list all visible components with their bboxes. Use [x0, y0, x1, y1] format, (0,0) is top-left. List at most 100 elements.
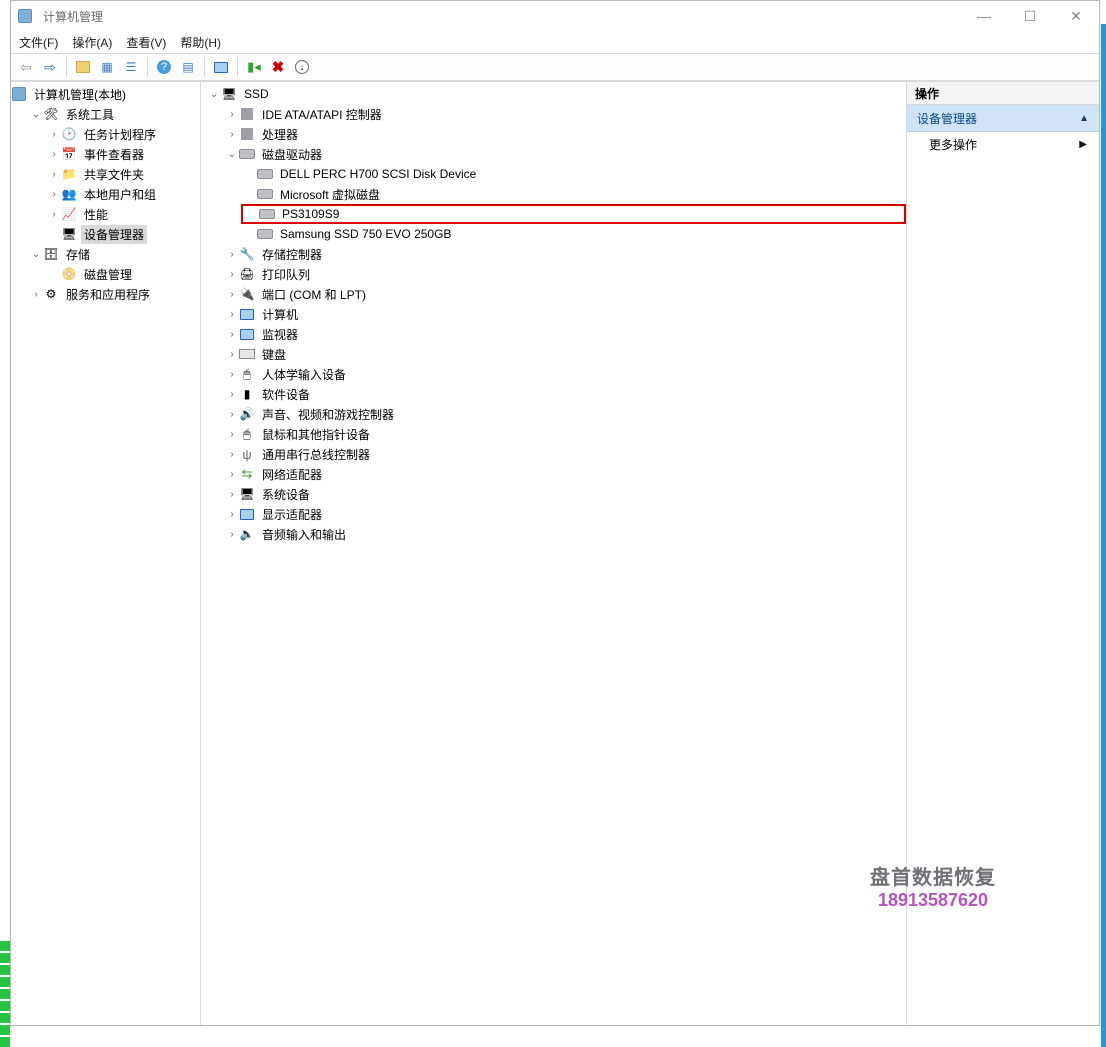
device-storage-controllers[interactable]: ›🔧存储控制器: [225, 244, 906, 264]
chevron-right-icon[interactable]: ›: [225, 389, 239, 400]
device-sound[interactable]: ›🔊声音、视频和游戏控制器: [225, 404, 906, 424]
disk-icon: [257, 166, 273, 182]
chevron-right-icon[interactable]: ›: [225, 449, 239, 460]
close-button[interactable]: ✕: [1053, 1, 1099, 31]
chevron-down-icon[interactable]: ⌄: [29, 249, 43, 260]
chevron-right-icon[interactable]: ›: [225, 329, 239, 340]
taskbar-green-blocks: [0, 939, 10, 1047]
device-display-adapters[interactable]: ›显示适配器: [225, 504, 906, 524]
chevron-right-icon[interactable]: ›: [225, 529, 239, 540]
device-software-devices[interactable]: ›▮软件设备: [225, 384, 906, 404]
device-tree-pane[interactable]: ⌄ 🖥 SSD ›IDE ATA/ATAPI 控制器 ›处理器 ⌄磁盘驱动器 D…: [201, 82, 907, 1025]
collapse-triangle-icon[interactable]: ▲: [1079, 113, 1089, 124]
chevron-right-icon[interactable]: ›: [225, 409, 239, 420]
device-audio-io[interactable]: ›🔈音频输入和输出: [225, 524, 906, 544]
device-disk-drives[interactable]: ⌄磁盘驱动器: [225, 144, 906, 164]
device-keyboards[interactable]: ›键盘: [225, 344, 906, 364]
toolbar-separator: [147, 57, 148, 77]
chevron-down-icon[interactable]: ⌄: [29, 109, 43, 120]
chevron-right-icon[interactable]: ›: [225, 369, 239, 380]
chevron-right-icon[interactable]: ›: [47, 209, 61, 220]
chevron-right-icon[interactable]: ›: [47, 189, 61, 200]
tree-local-users[interactable]: ›👥本地用户和组: [47, 184, 200, 204]
chevron-right-icon[interactable]: ›: [225, 309, 239, 320]
disk-dell-h700[interactable]: DELL PERC H700 SCSI Disk Device: [243, 164, 906, 184]
storage-ctrl-icon: 🔧: [239, 246, 255, 262]
device-processor[interactable]: ›处理器: [225, 124, 906, 144]
device-mice[interactable]: ›🖱鼠标和其他指针设备: [225, 424, 906, 444]
chevron-right-icon[interactable]: ›: [225, 349, 239, 360]
chevron-right-icon[interactable]: ›: [225, 289, 239, 300]
monitor-icon[interactable]: [210, 56, 232, 78]
toolbar: ⇦ ⇨ ▦ ☰ ? ▤ ▮◂ ✖ ↓: [11, 53, 1099, 81]
tree-root-local[interactable]: 计算机管理(本地): [11, 84, 200, 104]
chevron-right-icon[interactable]: ›: [47, 169, 61, 180]
show-tree-button[interactable]: ▦: [96, 56, 118, 78]
nav-back-button[interactable]: ⇦: [15, 56, 37, 78]
mouse-icon: 🖱: [239, 426, 255, 442]
tree-event-viewer[interactable]: ›📅事件查看器: [47, 144, 200, 164]
chevron-right-icon[interactable]: ›: [225, 109, 239, 120]
menu-file[interactable]: 文件(F): [19, 34, 58, 51]
chevron-right-icon[interactable]: ›: [225, 489, 239, 500]
menu-view[interactable]: 查看(V): [126, 34, 166, 51]
device-root[interactable]: ⌄ 🖥 SSD: [207, 84, 906, 104]
minimize-button[interactable]: —: [961, 1, 1007, 31]
device-monitors[interactable]: ›监视器: [225, 324, 906, 344]
chevron-down-icon[interactable]: ⌄: [225, 149, 239, 160]
disable-device-button[interactable]: ✖: [267, 56, 289, 78]
list-button[interactable]: ☰: [120, 56, 142, 78]
tree-task-scheduler[interactable]: ›🕑任务计划程序: [47, 124, 200, 144]
device-ports[interactable]: ›🔌端口 (COM 和 LPT): [225, 284, 906, 304]
tree-performance[interactable]: ›📈性能: [47, 204, 200, 224]
device-hid[interactable]: ›🖱人体学输入设备: [225, 364, 906, 384]
properties-button[interactable]: ▤: [177, 56, 199, 78]
chevron-right-icon[interactable]: ›: [225, 509, 239, 520]
tree-system-tools[interactable]: ⌄ 🛠 系统工具: [29, 104, 200, 124]
network-icon: ⇆: [239, 466, 255, 482]
software-icon: ▮: [239, 386, 255, 402]
action-more[interactable]: 更多操作 ▶: [907, 132, 1099, 156]
help-button[interactable]: ?: [153, 56, 175, 78]
nav-forward-button[interactable]: ⇨: [39, 56, 61, 78]
chevron-right-icon[interactable]: ›: [225, 249, 239, 260]
tree-storage[interactable]: ⌄ 🗄 存储: [29, 244, 200, 264]
chevron-right-icon[interactable]: ›: [29, 289, 43, 300]
device-computer[interactable]: ›计算机: [225, 304, 906, 324]
title-bar[interactable]: 计算机管理 — ☐ ✕: [11, 1, 1099, 31]
scan-hardware-button[interactable]: ↓: [291, 56, 313, 78]
audio-io-icon: 🔈: [239, 526, 255, 542]
disk-icon: [259, 206, 275, 222]
chevron-right-icon[interactable]: ›: [225, 429, 239, 440]
tree-device-manager[interactable]: 🖥设备管理器: [47, 224, 200, 244]
menu-help[interactable]: 帮助(H): [180, 34, 221, 51]
device-usb[interactable]: ›ψ通用串行总线控制器: [225, 444, 906, 464]
clock-icon: 🕑: [61, 126, 77, 142]
hid-icon: 🖱: [239, 366, 255, 382]
chevron-right-icon[interactable]: ›: [225, 269, 239, 280]
device-print-queues[interactable]: ›🖨打印队列: [225, 264, 906, 284]
chevron-right-icon[interactable]: ›: [47, 129, 61, 140]
menu-action[interactable]: 操作(A): [72, 34, 112, 51]
chevron-right-icon[interactable]: ›: [47, 149, 61, 160]
disk-ps3109s9[interactable]: PS3109S9: [241, 204, 906, 224]
tree-shared-folders[interactable]: ›📁共享文件夹: [47, 164, 200, 184]
device-system-devices[interactable]: ›🖥系统设备: [225, 484, 906, 504]
enable-device-button[interactable]: ▮◂: [243, 56, 265, 78]
chevron-down-icon[interactable]: ⌄: [207, 89, 221, 100]
actions-category-label: 设备管理器: [917, 110, 977, 127]
actions-pane: 操作 设备管理器 ▲ 更多操作 ▶: [907, 82, 1099, 1025]
desktop-right-stripe: [1101, 24, 1106, 1047]
device-network[interactable]: ›⇆网络适配器: [225, 464, 906, 484]
console-tree-pane[interactable]: 计算机管理(本地) ⌄ 🛠 系统工具 ›🕑任务计划程序: [11, 82, 201, 1025]
chevron-right-icon[interactable]: ›: [225, 129, 239, 140]
chevron-right-icon[interactable]: ›: [225, 469, 239, 480]
tree-disk-management[interactable]: 📀磁盘管理: [47, 264, 200, 284]
disk-ms-virtual[interactable]: Microsoft 虚拟磁盘: [243, 184, 906, 204]
disk-samsung-750evo[interactable]: Samsung SSD 750 EVO 250GB: [243, 224, 906, 244]
device-ide[interactable]: ›IDE ATA/ATAPI 控制器: [225, 104, 906, 124]
up-folder-button[interactable]: [72, 56, 94, 78]
tree-services-apps[interactable]: › ⚙ 服务和应用程序: [29, 284, 200, 304]
maximize-button[interactable]: ☐: [1007, 1, 1053, 31]
actions-category[interactable]: 设备管理器 ▲: [907, 105, 1099, 132]
